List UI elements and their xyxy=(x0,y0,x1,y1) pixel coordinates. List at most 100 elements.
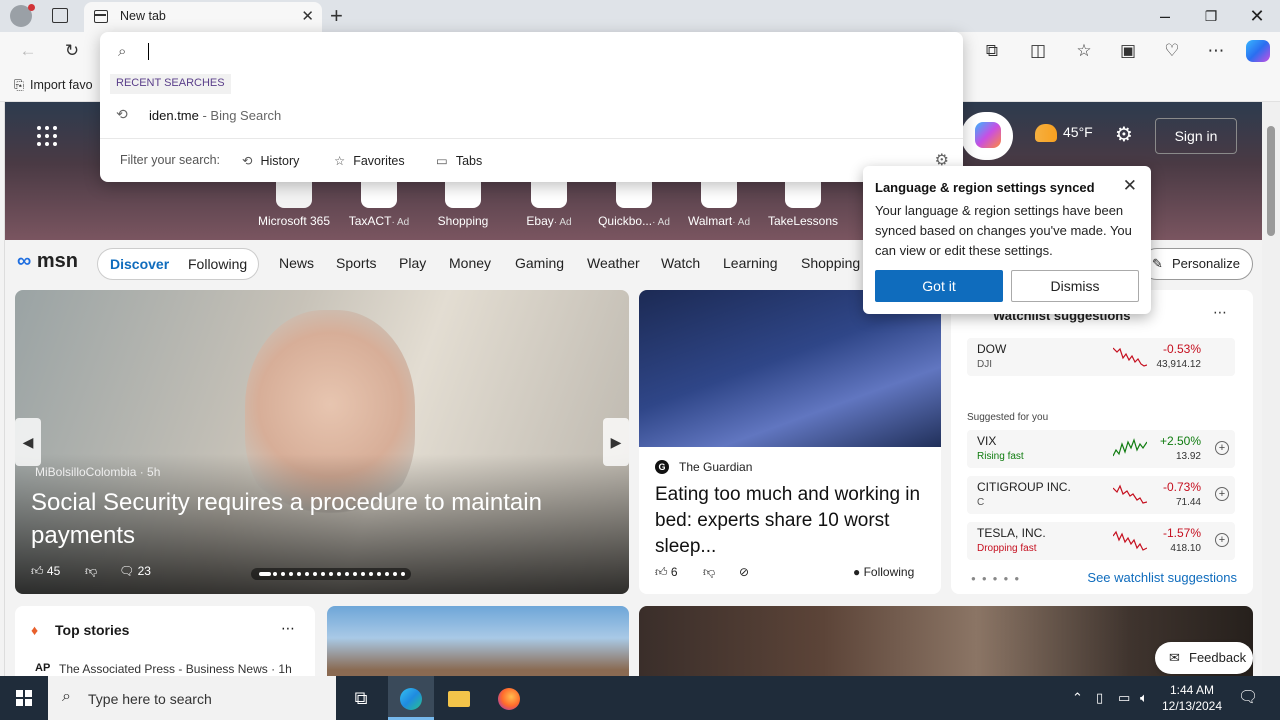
guardian-story-card[interactable]: G The Guardian Eating too much and worki… xyxy=(639,290,941,594)
feedback-button[interactable]: ✉ Feedback xyxy=(1155,642,1253,674)
nav-gaming[interactable]: Gaming xyxy=(515,255,564,271)
carousel-dot[interactable] xyxy=(361,572,365,576)
file-explorer-icon[interactable] xyxy=(436,676,482,720)
story-headline[interactable]: Social Security requires a procedure to … xyxy=(31,486,591,552)
main-story-card[interactable]: ◀ ▶ MiBolsilloColombia · 5h Social Secur… xyxy=(15,290,629,594)
see-watchlist-link[interactable]: See watchlist suggestions xyxy=(1087,570,1237,585)
quick-link-shopping[interactable]: Shopping xyxy=(423,180,503,228)
carousel-dot[interactable] xyxy=(353,572,357,576)
carousel-dot[interactable] xyxy=(259,572,271,576)
nav-news[interactable]: News xyxy=(279,255,314,271)
task-view-icon[interactable]: ⧉ xyxy=(338,676,384,720)
scrollbar-thumb[interactable] xyxy=(1267,126,1275,236)
system-clock[interactable]: 1:44 AM 12/13/2024 xyxy=(1160,682,1224,714)
page-scrollbar[interactable] xyxy=(1262,102,1280,676)
game-promo-card[interactable] xyxy=(327,606,629,676)
stock-row-dow[interactable]: DOW DJI -0.53% 43,914.12 xyxy=(967,338,1235,376)
quick-link-taxact[interactable]: TaxACT· Ad xyxy=(339,180,419,228)
minimize-button[interactable]: – xyxy=(1142,0,1188,32)
dislike-icon[interactable]: 👎︎ xyxy=(85,564,97,579)
collections-icon[interactable]: ▣ xyxy=(1112,35,1144,67)
filter-favorites[interactable]: ☆ Favorites xyxy=(334,153,405,168)
carousel-dot[interactable] xyxy=(345,572,349,576)
personalize-button[interactable]: ✎ Personalize xyxy=(1141,248,1253,280)
more-menu-icon[interactable]: ⋯ xyxy=(1200,35,1232,67)
tab-new-tab[interactable]: New tab ✕ xyxy=(84,2,322,32)
carousel-next-button[interactable]: ▶ xyxy=(603,418,629,466)
carousel-dot[interactable] xyxy=(305,572,309,576)
apps-launcher-icon[interactable] xyxy=(37,126,59,148)
carousel-dot[interactable] xyxy=(401,572,405,576)
firefox-icon[interactable] xyxy=(486,676,532,720)
carousel-dot[interactable] xyxy=(329,572,333,576)
carousel-dot[interactable] xyxy=(385,572,389,576)
settings-gear-icon[interactable]: ⚙ xyxy=(1115,122,1133,147)
show-hidden-icons-icon[interactable]: ⌃ xyxy=(1072,690,1083,706)
carousel-dot[interactable] xyxy=(377,572,381,576)
close-icon[interactable]: ✕ xyxy=(1123,176,1137,196)
quick-link-microsoft-365[interactable]: Microsoft 365 xyxy=(254,180,334,228)
add-to-watchlist-icon[interactable]: + xyxy=(1215,487,1229,501)
nav-shopping[interactable]: Shopping xyxy=(801,255,860,271)
tab-actions-icon[interactable] xyxy=(52,8,68,23)
close-tab-icon[interactable]: ✕ xyxy=(301,7,314,25)
close-window-button[interactable]: ✕ xyxy=(1234,0,1280,32)
nav-learning[interactable]: Learning xyxy=(723,255,778,271)
split-screen-icon[interactable]: ◫ xyxy=(1022,35,1054,67)
story-source[interactable]: The Associated Press - Business News · 1… xyxy=(59,662,292,676)
watchlist-pager-dots[interactable]: ●●●●● xyxy=(971,574,1025,583)
taskbar-search-box[interactable]: ⌕ Type here to search xyxy=(48,676,336,720)
carousel-dot[interactable] xyxy=(289,572,293,576)
more-options-icon[interactable]: ⋯ xyxy=(281,620,295,637)
tab-discover[interactable]: Discover xyxy=(110,256,169,272)
nav-money[interactable]: Money xyxy=(449,255,491,271)
refresh-button[interactable]: ↻ xyxy=(56,35,88,67)
volume-icon[interactable]: 🔈︎ xyxy=(1140,690,1148,706)
device-icon[interactable]: ▯ xyxy=(1096,690,1103,706)
nav-watch[interactable]: Watch xyxy=(661,255,700,271)
recent-search-item[interactable]: iden.tme - Bing Search xyxy=(149,108,281,123)
stock-row-tesla[interactable]: TESLA, INC. Dropping fast -1.57% 418.10 … xyxy=(967,522,1235,560)
carousel-dot[interactable] xyxy=(297,572,301,576)
carousel-dot[interactable] xyxy=(273,572,277,576)
carousel-prev-button[interactable]: ◀ xyxy=(15,418,41,466)
quick-link-quickbooks[interactable]: Quickbo...· Ad xyxy=(594,180,674,228)
comments-button[interactable]: 🗨︎ 23 xyxy=(119,564,151,578)
weather-widget[interactable]: 45°F xyxy=(1035,124,1093,143)
nav-weather[interactable]: Weather xyxy=(587,255,640,271)
nav-play[interactable]: Play xyxy=(399,255,426,271)
extensions-icon[interactable]: ⧉ xyxy=(976,35,1008,67)
dislike-icon[interactable]: 👎︎ xyxy=(703,565,715,580)
favorites-icon[interactable]: ☆ xyxy=(1068,35,1100,67)
address-input-caret[interactable] xyxy=(148,43,149,60)
carousel-dot[interactable] xyxy=(393,572,397,576)
network-icon[interactable]: ▭ xyxy=(1118,690,1130,706)
carousel-dot[interactable] xyxy=(369,572,373,576)
new-tab-button[interactable]: + xyxy=(330,3,343,29)
back-button[interactable]: ← xyxy=(12,35,44,67)
nav-sports[interactable]: Sports xyxy=(336,255,376,271)
browser-essentials-icon[interactable]: ♡ xyxy=(1156,35,1188,67)
carousel-dot[interactable] xyxy=(321,572,325,576)
copilot-icon[interactable] xyxy=(1246,40,1270,62)
start-button[interactable] xyxy=(0,676,48,720)
carousel-dot[interactable] xyxy=(313,572,317,576)
tab-following[interactable]: Following xyxy=(188,256,247,272)
following-status[interactable]: ● Following xyxy=(853,565,914,579)
got-it-button[interactable]: Got it xyxy=(875,270,1003,302)
more-options-icon[interactable]: ⋯ xyxy=(1213,304,1227,321)
dismiss-button[interactable]: Dismiss xyxy=(1011,270,1139,302)
add-to-watchlist-icon[interactable]: + xyxy=(1215,533,1229,547)
quick-link-walmart[interactable]: Walmart· Ad xyxy=(679,180,759,228)
stock-row-vix[interactable]: VIX Rising fast +2.50% 13.92 + xyxy=(967,430,1235,468)
sign-in-button[interactable]: Sign in xyxy=(1155,118,1237,154)
filter-tabs[interactable]: ▭ Tabs xyxy=(436,153,482,168)
restore-button[interactable]: ❐ xyxy=(1188,0,1234,32)
story-headline[interactable]: Eating too much and working in bed: expe… xyxy=(655,482,925,560)
notification-center-icon[interactable]: 🗨︎ xyxy=(1238,687,1258,707)
like-button[interactable]: 👍︎ 45 xyxy=(31,564,60,579)
like-button[interactable]: 👍︎ 6 xyxy=(655,565,678,580)
quick-link-ebay[interactable]: Ebay· Ad xyxy=(509,180,589,228)
filter-history[interactable]: ⟲ History xyxy=(242,153,299,168)
carousel-dot[interactable] xyxy=(281,572,285,576)
